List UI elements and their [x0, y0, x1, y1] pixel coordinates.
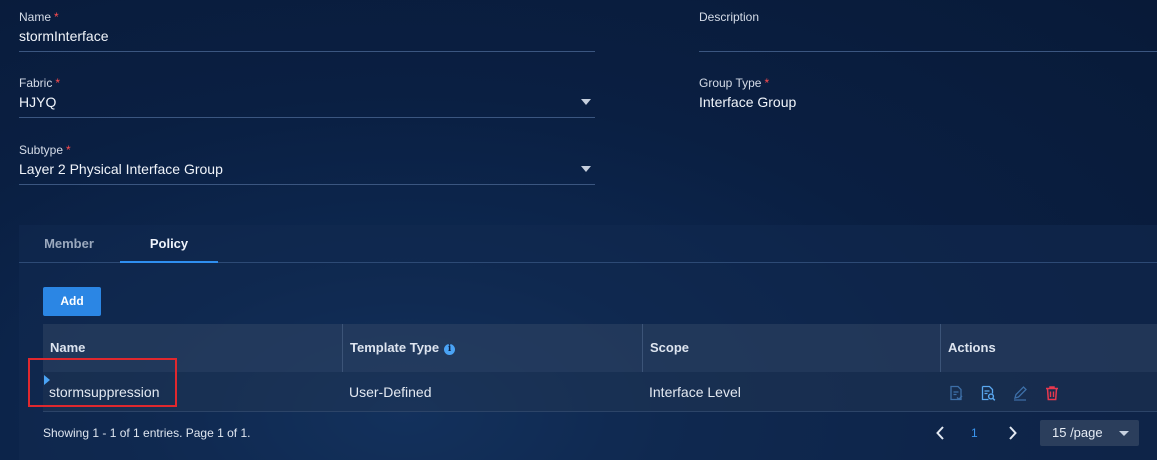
column-header-template-type: Template Type i — [343, 324, 643, 372]
tab-policy[interactable]: Policy — [120, 225, 218, 263]
preview-icon[interactable] — [980, 385, 996, 401]
page-number[interactable]: 1 — [971, 426, 978, 440]
required-mark: * — [54, 10, 59, 24]
group-type-value: Interface Group — [699, 94, 797, 110]
edit-icon[interactable] — [1012, 385, 1028, 401]
tab-member[interactable]: Member — [19, 225, 119, 263]
chevron-down-icon[interactable] — [581, 166, 591, 172]
fabric-value[interactable]: HJYQ — [19, 90, 595, 114]
name-underline — [19, 51, 595, 52]
column-header-scope: Scope — [643, 324, 941, 372]
description-label: Description — [699, 10, 760, 24]
subtype-select[interactable]: Subtype * Layer 2 Physical Interface Grou… — [19, 143, 595, 185]
required-mark: * — [66, 143, 71, 157]
group-type-label: Group Type — [699, 76, 762, 90]
description-field[interactable]: Description — [699, 10, 1157, 52]
fabric-select[interactable]: Fabric * HJYQ — [19, 76, 595, 118]
required-mark: * — [55, 76, 61, 90]
row-scope: Interface Level — [649, 384, 741, 400]
table-header: Name Template Type i Scope Actions — [43, 324, 1157, 372]
description-underline — [699, 51, 1157, 52]
table-row[interactable]: stormsuppression User-Defined Interface … — [43, 372, 1157, 412]
required-mark: * — [764, 76, 770, 90]
policy-table: Name Template Type i Scope Actions storms… — [43, 324, 1157, 412]
fabric-label: Fabric — [19, 76, 53, 90]
group-type-field: Group Type * Interface Group — [699, 76, 1157, 110]
page-size-select[interactable]: 15 /page — [1040, 420, 1139, 446]
chevron-right-icon[interactable] — [1004, 424, 1020, 442]
name-field[interactable]: Name * stormInterface — [19, 10, 595, 52]
page-size-value: 15 /page — [1052, 425, 1103, 440]
subtype-underline — [19, 184, 595, 185]
add-button[interactable]: Add — [43, 287, 101, 316]
tab-bar: Member Policy — [19, 225, 1157, 263]
column-header-actions: Actions — [948, 340, 996, 355]
highlight-annotation — [28, 358, 177, 407]
chevron-down-icon — [1119, 431, 1129, 436]
name-label: Name — [19, 10, 52, 24]
chevron-down-icon[interactable] — [581, 99, 591, 105]
info-icon[interactable]: i — [444, 344, 456, 355]
delete-icon[interactable] — [1044, 385, 1060, 401]
fabric-underline — [19, 117, 595, 118]
row-template-type: User-Defined — [349, 384, 432, 400]
subtype-value[interactable]: Layer 2 Physical Interface Group — [19, 157, 595, 181]
subtype-label: Subtype — [19, 143, 64, 157]
name-input[interactable]: stormInterface — [19, 24, 595, 48]
tab-panel: Member Policy Add Name Template Type i Sc… — [19, 225, 1157, 460]
description-input[interactable] — [699, 24, 1157, 48]
chevron-left-icon[interactable] — [933, 424, 949, 442]
pagination-summary: Showing 1 - 1 of 1 entries. Page 1 of 1. — [43, 426, 251, 440]
apply-icon[interactable] — [948, 385, 964, 401]
